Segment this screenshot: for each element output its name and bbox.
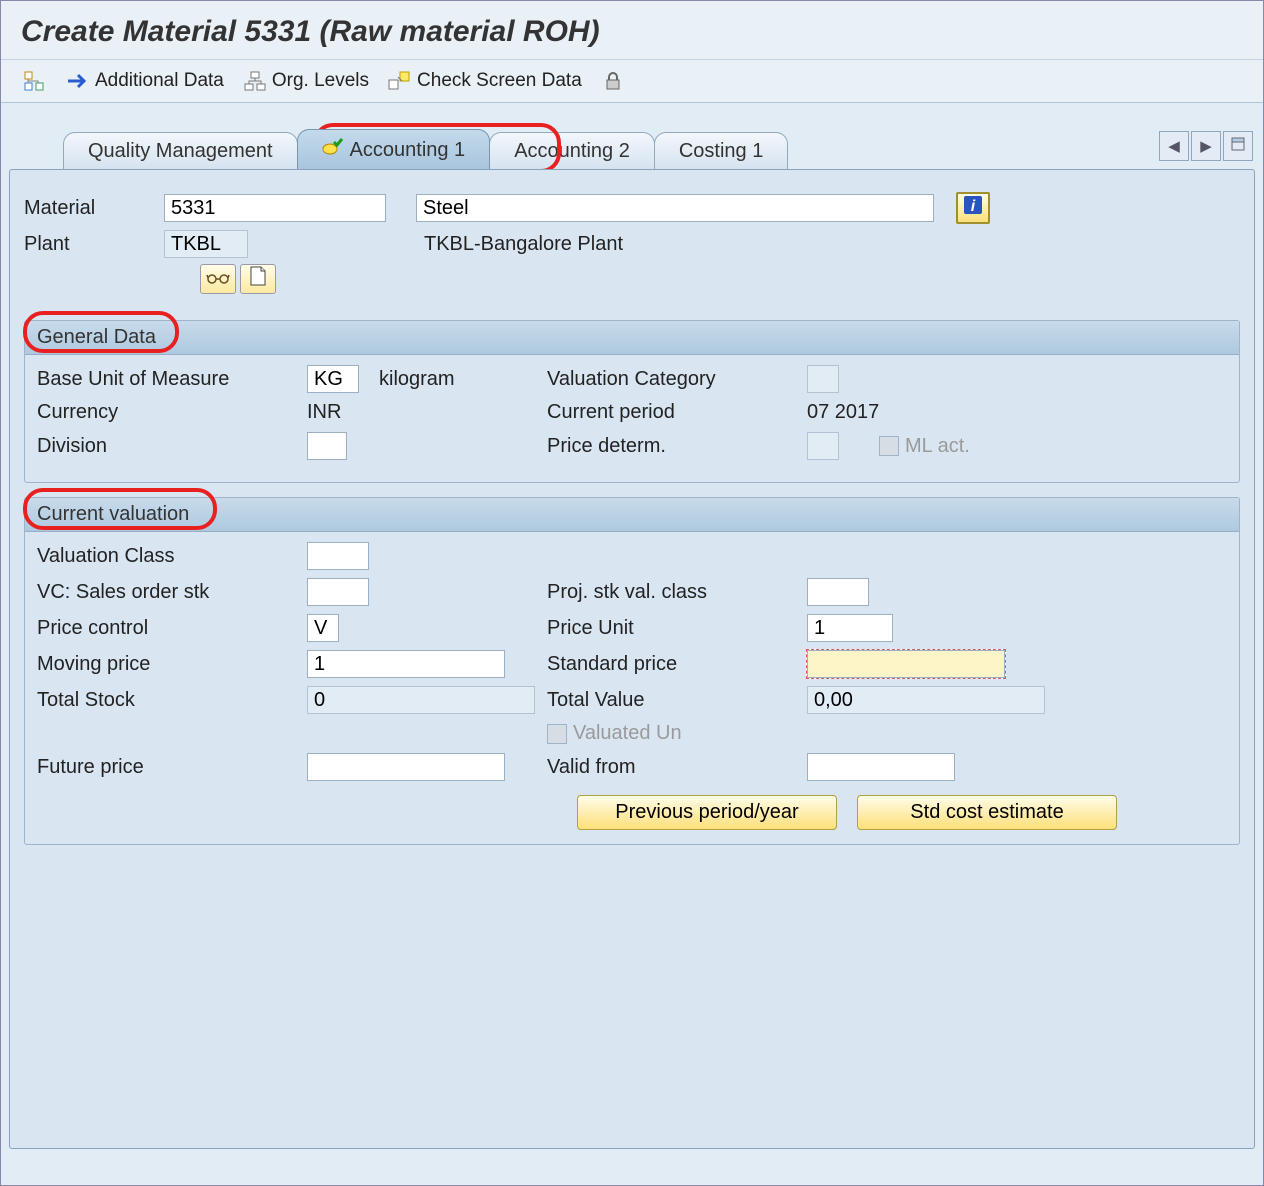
tab-accounting-2[interactable]: Accounting 2 — [489, 132, 655, 169]
total-stock-label: Total Stock — [37, 689, 307, 712]
arrow-right-icon — [65, 70, 91, 92]
curperiod-label: Current period — [547, 401, 807, 424]
std-cost-estimate-button[interactable]: Std cost estimate — [857, 795, 1117, 830]
toolbar: Additional Data Org. Levels Check Screen… — [1, 60, 1263, 103]
title-bar: Create Material 5331 (Raw material ROH) — [1, 1, 1263, 60]
division-input[interactable] — [307, 432, 347, 460]
tab-label: Accounting 1 — [350, 139, 466, 162]
tab-strip: Quality Management Accounting 1 Accounti… — [3, 127, 1261, 169]
plant-label: Plant — [24, 233, 164, 256]
pricedet-input — [807, 432, 839, 460]
check-screen-button[interactable]: Check Screen Data — [387, 70, 582, 92]
group-current-valuation: Current valuation Valuation Class VC: Sa… — [24, 497, 1240, 845]
price-unit-input[interactable] — [807, 614, 893, 642]
tab-panel-accounting-1: Material i Plant TKBL-Bangalore Plant — [9, 169, 1255, 1149]
valcat-input[interactable] — [807, 365, 839, 393]
tab-accounting-1[interactable]: Accounting 1 — [297, 129, 491, 169]
currency-value: INR — [307, 401, 341, 424]
proj-stk-label: Proj. stk val. class — [547, 581, 807, 604]
valid-from-input[interactable] — [807, 753, 955, 781]
tab-label: Quality Management — [88, 140, 273, 163]
additional-data-button[interactable]: Additional Data — [65, 70, 224, 92]
glasses-icon — [206, 268, 230, 291]
valclass-label: Valuation Class — [37, 545, 307, 568]
vc-sales-input[interactable] — [307, 578, 369, 606]
org-levels-button[interactable]: Org. Levels — [242, 70, 369, 92]
vc-sales-label: VC: Sales order stk — [37, 581, 307, 604]
total-value-input — [807, 686, 1045, 714]
org-levels-label: Org. Levels — [272, 70, 369, 92]
total-stock-input — [307, 686, 535, 714]
price-ctrl-label: Price control — [37, 617, 307, 640]
page-title: Create Material 5331 (Raw material ROH) — [21, 15, 1243, 49]
tab-nav-buttons: ◀ ▶ — [1159, 131, 1253, 161]
division-label: Division — [37, 435, 307, 458]
check-screen-label: Check Screen Data — [417, 70, 582, 92]
material-input[interactable] — [164, 194, 386, 222]
curperiod-value: 07 2017 — [807, 401, 879, 424]
create-new-button[interactable] — [240, 264, 276, 294]
valid-from-label: Valid from — [547, 756, 807, 779]
triangle-right-icon: ▶ — [1200, 137, 1212, 155]
plant-input — [164, 230, 248, 258]
check-screen-icon — [387, 70, 413, 92]
triangle-left-icon: ◀ — [1168, 137, 1180, 155]
tab-quality-management[interactable]: Quality Management — [63, 132, 298, 169]
buom-input[interactable] — [307, 365, 359, 393]
std-price-input[interactable] — [807, 650, 1005, 678]
total-value-label: Total Value — [547, 689, 807, 712]
display-change-button[interactable] — [200, 264, 236, 294]
group-title-valuation: Current valuation — [25, 498, 1239, 532]
previous-period-button[interactable]: Previous period/year — [577, 795, 837, 830]
buom-label: Base Unit of Measure — [37, 368, 307, 391]
valcat-label: Valuation Category — [547, 368, 807, 391]
info-icon: i — [963, 195, 983, 221]
proj-stk-input[interactable] — [807, 578, 869, 606]
ml-act-checkbox — [879, 436, 899, 456]
tab-label: Costing 1 — [679, 140, 764, 163]
lock-button[interactable] — [600, 70, 626, 92]
ml-act-checkbox-group: ML act. — [879, 435, 970, 458]
page-icon — [249, 266, 267, 292]
future-price-input[interactable] — [307, 753, 505, 781]
pricedet-label: Price determ. — [547, 435, 807, 458]
group-title-general: General Data — [25, 321, 1239, 355]
material-label: Material — [24, 197, 164, 220]
tab-list-icon — [1231, 137, 1245, 155]
plant-desc: TKBL-Bangalore Plant — [416, 233, 623, 256]
price-ctrl-input[interactable] — [307, 614, 339, 642]
hierarchy-icon — [21, 70, 47, 92]
moving-price-label: Moving price — [37, 653, 307, 676]
tab-costing-1[interactable]: Costing 1 — [654, 132, 789, 169]
tab-label: Accounting 2 — [514, 140, 630, 163]
info-button[interactable]: i — [956, 192, 990, 224]
tab-overview-button[interactable] — [1223, 131, 1253, 161]
future-price-label: Future price — [37, 756, 307, 779]
buom-text: kilogram — [359, 368, 455, 391]
group-general-data: General Data Base Unit of Measure kilogr… — [24, 320, 1240, 483]
valuated-un-label: Valuated Un — [567, 722, 682, 745]
valclass-input[interactable] — [307, 542, 369, 570]
price-unit-label: Price Unit — [547, 617, 807, 640]
moving-price-input[interactable] — [307, 650, 505, 678]
material-desc-input[interactable] — [416, 194, 934, 222]
coin-check-icon — [322, 137, 344, 163]
valuated-un-checkbox — [547, 724, 567, 744]
toolbar-hierarchy-button[interactable] — [21, 70, 47, 92]
ml-act-label: ML act. — [905, 435, 970, 458]
tab-scroll-right-button[interactable]: ▶ — [1191, 131, 1221, 161]
lock-icon — [600, 70, 626, 92]
svg-text:i: i — [971, 198, 976, 215]
additional-data-label: Additional Data — [95, 70, 224, 92]
currency-label: Currency — [37, 401, 307, 424]
tab-scroll-left-button[interactable]: ◀ — [1159, 131, 1189, 161]
org-tree-icon — [242, 70, 268, 92]
std-price-label: Standard price — [547, 653, 807, 676]
